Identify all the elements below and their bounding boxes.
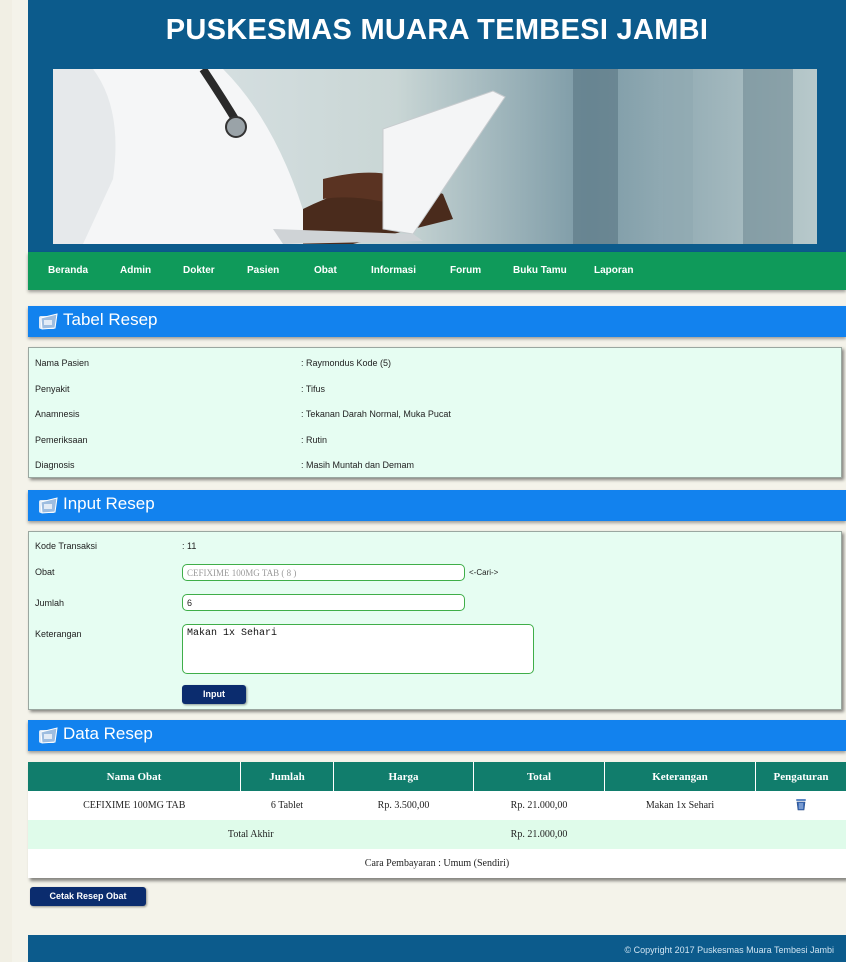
cell-jumlah: 6 Tablet [270, 800, 304, 811]
anamnesis-value: : Tekanan Darah Normal, Muka Pucat [301, 409, 451, 419]
section-title: Data Resep [63, 724, 153, 743]
main-nav: Beranda Admin Dokter Pasien Obat Informa… [28, 252, 846, 290]
payment-method: Cara Pembayaran : Umum (Sendiri) [364, 858, 510, 869]
obat-label: Obat [35, 567, 55, 577]
penyakit-value: : Tifus [301, 384, 326, 394]
footer: © Copyright 2017 Puskesmas Muara Tembesi… [28, 935, 846, 962]
pemeriksaan-value: : Rutin [301, 435, 328, 445]
kode-transaksi-label: Kode Transaksi [35, 541, 98, 551]
nav-dokter[interactable]: Dokter [183, 265, 215, 276]
folder-icon [39, 497, 58, 514]
anamnesis-label: Anamnesis [35, 409, 80, 419]
cell-harga: Rp. 3.500,00 [377, 800, 430, 811]
col-keterangan: Keterangan [604, 762, 756, 791]
nav-laporan[interactable]: Laporan [594, 265, 633, 276]
cell-total: Rp. 21.000,00 [510, 800, 568, 811]
site-header: PUSKESMAS MUARA TEMBESI JAMBI [28, 0, 846, 252]
col-pengaturan: Pengaturan [755, 762, 846, 791]
jumlah-input[interactable]: 6 [182, 594, 465, 611]
col-nama-obat: Nama Obat [28, 762, 241, 791]
nav-buku-tamu[interactable]: Buku Tamu [513, 265, 567, 276]
nav-beranda[interactable]: Beranda [48, 265, 88, 276]
diagnosis-value: : Masih Muntah dan Demam [301, 460, 415, 470]
total-value: Rp. 21.000,00 [473, 820, 605, 849]
cari-link[interactable]: <-Cari-> [469, 568, 498, 577]
pemeriksaan-label: Pemeriksaan [35, 435, 88, 445]
nav-obat[interactable]: Obat [314, 265, 337, 276]
table-row: CEFIXIME 100MG TAB 6 Tablet Rp. 3.500,00… [28, 791, 846, 820]
diagnosis-label: Diagnosis [35, 460, 75, 470]
folder-icon [39, 727, 58, 744]
section-title: Tabel Resep [63, 310, 158, 329]
nav-pasien[interactable]: Pasien [247, 265, 279, 276]
copyright-text: © Copyright 2017 Puskesmas Muara Tembesi… [624, 945, 834, 955]
data-resep-header: Data Resep [28, 720, 846, 751]
input-button[interactable]: Input [182, 685, 246, 704]
nama-pasien-value: : Raymondus Kode (5) [301, 358, 392, 368]
keterangan-textarea[interactable]: Makan 1x Sehari [182, 624, 534, 674]
doctor-laptop-illustration [53, 69, 817, 244]
data-resep-table-panel: Nama Obat Jumlah Harga Total Keterangan … [28, 762, 846, 878]
tabel-resep-panel: Nama Pasien : Raymondus Kode (5) Penyaki… [28, 347, 842, 478]
payment-row: Cara Pembayaran : Umum (Sendiri) [28, 849, 846, 878]
col-total: Total [473, 762, 605, 791]
banner-image [53, 69, 817, 244]
nav-admin[interactable]: Admin [120, 265, 151, 276]
cell-nama-obat: CEFIXIME 100MG TAB [83, 800, 186, 811]
nav-forum[interactable]: Forum [450, 265, 481, 276]
input-resep-panel: Kode Transaksi : 11 Obat CEFIXIME 100MG … [28, 531, 842, 710]
input-resep-header: Input Resep [28, 490, 846, 521]
trash-icon[interactable] [795, 798, 807, 811]
cetak-resep-button[interactable]: Cetak Resep Obat [30, 887, 146, 906]
kode-transaksi-value: : 11 [182, 541, 197, 551]
keterangan-label: Keterangan [35, 629, 82, 639]
tabel-resep-header: Tabel Resep [28, 306, 846, 337]
col-jumlah: Jumlah [240, 762, 334, 791]
nav-informasi[interactable]: Informasi [371, 265, 416, 276]
data-resep-table: Nama Obat Jumlah Harga Total Keterangan … [28, 762, 846, 878]
col-harga: Harga [333, 762, 474, 791]
nama-pasien-label: Nama Pasien [35, 358, 90, 368]
page: PUSKESMAS MUARA TEMBESI JAMBI Beranda Ad… [12, 0, 846, 962]
obat-input[interactable]: CEFIXIME 100MG TAB ( 8 ) [182, 564, 465, 581]
cell-keterangan: Makan 1x Sehari [645, 800, 715, 811]
section-title: Input Resep [63, 494, 155, 513]
total-label: Total Akhir [28, 820, 474, 849]
penyakit-label: Penyakit [35, 384, 70, 394]
jumlah-label: Jumlah [35, 598, 65, 608]
cell-pengaturan [756, 791, 846, 820]
total-row: Total Akhir Rp. 21.000,00 [28, 820, 846, 849]
folder-icon [39, 313, 58, 330]
site-title: PUSKESMAS MUARA TEMBESI JAMBI [165, 14, 709, 46]
